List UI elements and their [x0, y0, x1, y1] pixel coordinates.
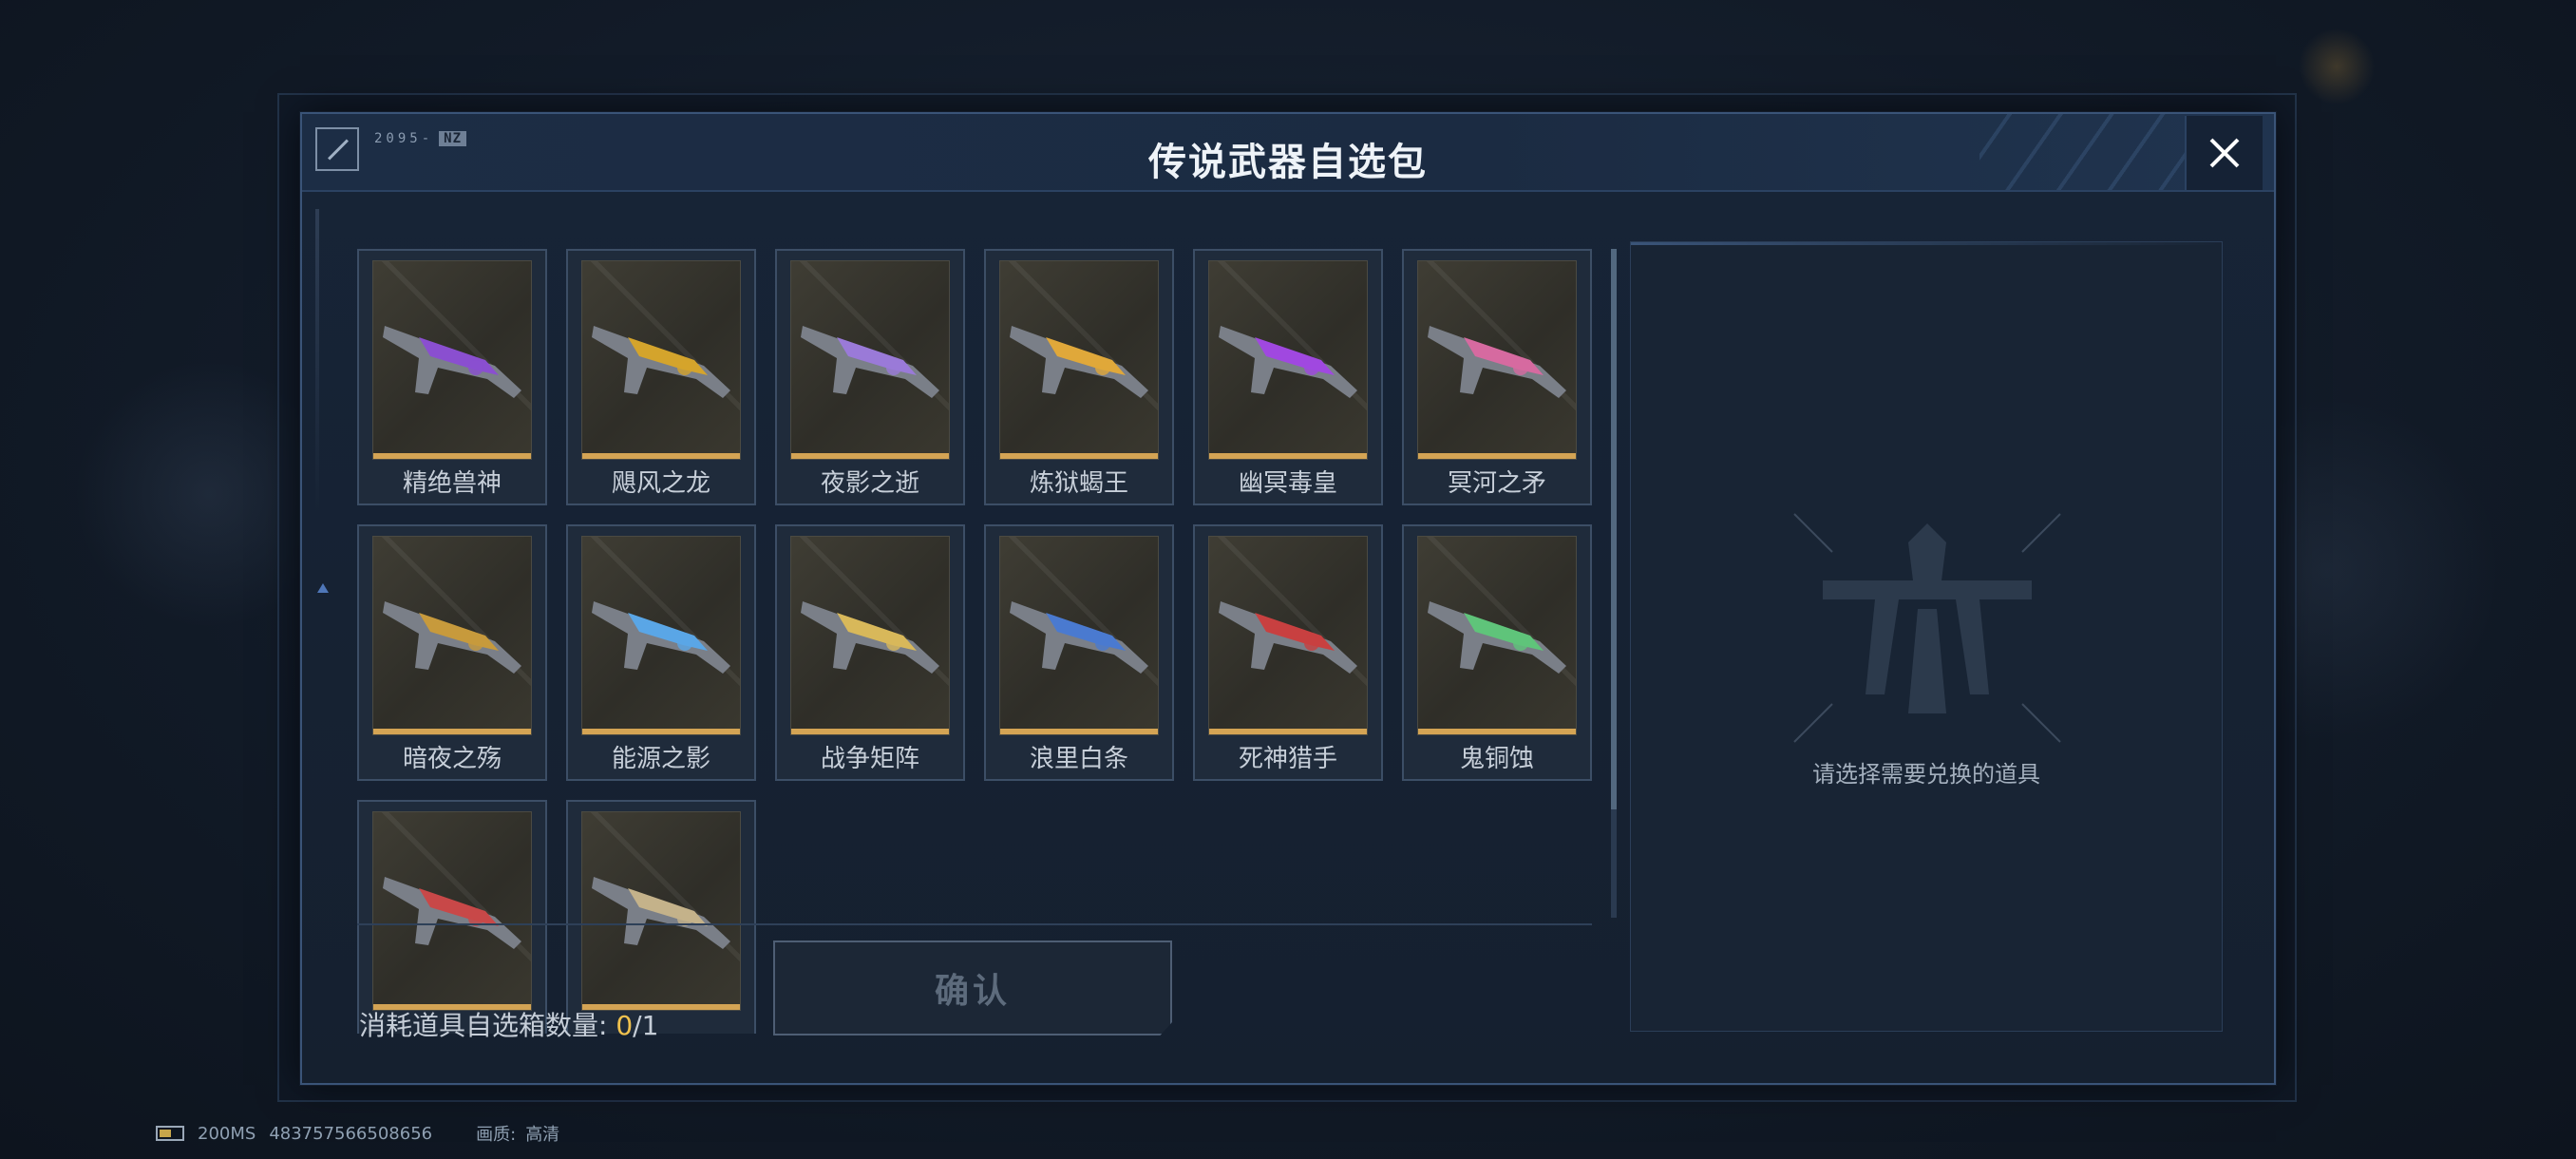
rarity-bar — [1418, 453, 1576, 459]
weapon-icon — [1428, 326, 1566, 398]
weapon-name: 能源之影 — [611, 745, 710, 773]
quality-label: 画质: — [476, 1125, 517, 1145]
weapon-card[interactable]: 能源之影 — [566, 524, 756, 781]
grid-divider — [357, 923, 1592, 925]
selection-count: 消耗道具自选箱数量: 0/1 — [359, 1005, 658, 1043]
weapon-card[interactable]: 浪里白条 — [984, 524, 1174, 781]
weapon-image — [581, 811, 741, 1011]
weapon-select-dialog: 2095- NZ 传说武器自选包 精绝兽神 飓风之龙 夜影之逝 炼狱蝎王 幽冥毒皇 冥河之矛… — [300, 112, 2276, 1085]
rarity-bar — [373, 729, 531, 734]
weapon-card[interactable]: 炼狱蝎王 — [984, 249, 1174, 505]
weapon-name: 幽冥毒皇 — [1238, 469, 1337, 498]
weapon-icon — [1219, 601, 1357, 674]
weapon-image — [999, 260, 1159, 460]
dialog-title: 传说武器自选包 — [1148, 141, 1428, 184]
rarity-bar — [791, 729, 949, 734]
weapon-card[interactable]: 精绝兽神 — [357, 249, 547, 505]
weapon-icon — [383, 601, 521, 674]
weapon-image — [372, 260, 532, 460]
weapon-icon — [1010, 326, 1148, 398]
weapon-icon — [801, 326, 939, 398]
quality-value: 高清 — [525, 1125, 560, 1145]
weapon-card[interactable]: 鬼铜蚀 — [1402, 524, 1592, 781]
rarity-bar — [1209, 453, 1367, 459]
rarity-bar — [791, 453, 949, 459]
weapon-icon — [592, 877, 730, 949]
rarity-bar — [1418, 729, 1576, 734]
user-id: 483757566508656 — [269, 1123, 433, 1144]
confirm-button[interactable]: 确认 — [773, 940, 1172, 1036]
weapon-image — [372, 811, 532, 1011]
weapon-card[interactable]: 暗夜之殇 — [357, 524, 547, 781]
weapon-card[interactable] — [566, 800, 756, 1034]
weapon-image — [790, 260, 950, 460]
selection-count-total: /1 — [633, 1010, 659, 1041]
weapon-card[interactable] — [357, 800, 547, 1034]
status-bar: 200MS 483757566508656 画质: 高清 — [156, 1121, 559, 1146]
left-rail-decoration — [315, 209, 319, 513]
weapon-card[interactable]: 冥河之矛 — [1402, 249, 1592, 505]
weapon-card[interactable]: 飓风之龙 — [566, 249, 756, 505]
weapon-card[interactable]: 幽冥毒皇 — [1193, 249, 1383, 505]
weapon-icon — [801, 601, 939, 674]
weapon-image — [1417, 260, 1577, 460]
confirm-button-label: 确认 — [934, 972, 1011, 1011]
battery-icon — [156, 1126, 184, 1141]
weapon-icon — [1219, 326, 1357, 398]
weapon-image — [999, 536, 1159, 735]
weapon-image — [1417, 536, 1577, 735]
weapon-icon — [383, 877, 521, 949]
rarity-bar — [1000, 729, 1158, 734]
scrollbar-thumb[interactable] — [1611, 249, 1617, 809]
weapon-name: 炼狱蝎王 — [1029, 469, 1128, 498]
weapon-name: 鬼铜蚀 — [1459, 745, 1534, 773]
item-detail-panel: 请选择需要兑换的道具 — [1630, 241, 2223, 1032]
weapon-image — [581, 260, 741, 460]
close-button[interactable] — [2185, 116, 2263, 190]
detail-hint-text: 请选择需要兑换的道具 — [1812, 761, 2040, 788]
weapon-icon — [1010, 601, 1148, 674]
weapon-icon — [1428, 601, 1566, 674]
weapon-name: 死神猎手 — [1238, 745, 1337, 773]
weapon-card[interactable]: 夜影之逝 — [775, 249, 965, 505]
weapon-grid: 精绝兽神 飓风之龙 夜影之逝 炼狱蝎王 幽冥毒皇 冥河之矛暗夜之殇 能源之影 战争矩阵 浪里白条… — [357, 249, 1763, 1034]
weapon-icon — [592, 601, 730, 674]
weapon-image — [1208, 260, 1368, 460]
weapon-icon — [592, 326, 730, 398]
game-emblem-icon — [1793, 513, 2061, 743]
weapon-image — [372, 536, 532, 735]
weapon-card[interactable]: 死神猎手 — [1193, 524, 1383, 781]
weapon-name: 夜影之逝 — [820, 469, 919, 498]
scroll-up-icon[interactable] — [317, 583, 329, 593]
selection-count-label: 消耗道具自选箱数量: — [359, 1010, 616, 1041]
rarity-bar — [1000, 453, 1158, 459]
weapon-name: 暗夜之殇 — [402, 745, 502, 773]
ping-value: 200MS — [198, 1123, 256, 1144]
weapon-name: 浪里白条 — [1029, 745, 1128, 773]
rarity-bar — [582, 453, 740, 459]
weapon-name: 飓风之龙 — [611, 469, 710, 498]
weapon-grid-scrollbar[interactable] — [1611, 249, 1617, 918]
rarity-bar — [1209, 729, 1367, 734]
weapon-card[interactable]: 战争矩阵 — [775, 524, 965, 781]
weapon-name: 精绝兽神 — [402, 469, 502, 498]
weapon-name: 冥河之矛 — [1447, 469, 1546, 498]
close-icon — [2209, 138, 2240, 168]
weapon-image — [790, 536, 950, 735]
rarity-bar — [582, 729, 740, 734]
weapon-image — [581, 536, 741, 735]
selection-count-current: 0 — [616, 1010, 634, 1041]
weapon-name: 战争矩阵 — [820, 745, 919, 773]
dialog-header: 2095- NZ 传说武器自选包 — [302, 114, 2274, 192]
weapon-image — [1208, 536, 1368, 735]
weapon-icon — [383, 326, 521, 398]
rarity-bar — [373, 453, 531, 459]
